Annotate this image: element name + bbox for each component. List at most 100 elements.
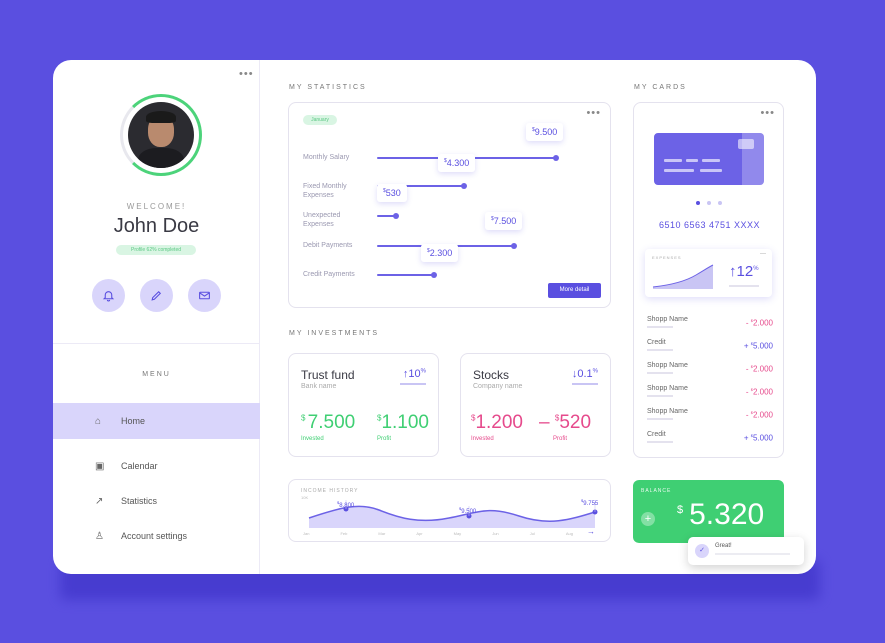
investment-profit-value: $1.100 xyxy=(377,412,429,433)
cards-more-icon[interactable]: ••• xyxy=(760,107,775,119)
user-name: John Doe xyxy=(113,215,200,237)
investment-invested-value: $1.200 xyxy=(471,412,523,433)
notifications-button[interactable] xyxy=(92,279,125,312)
stat-row-label: Fixed Monthly Expenses xyxy=(303,183,347,199)
investment-change-underline xyxy=(572,383,598,385)
month-label: Aug xyxy=(565,531,573,536)
avatar-progress-ring xyxy=(120,94,202,176)
balance-title: BALANCE xyxy=(641,488,672,494)
stat-row-label: Credit Payments xyxy=(303,271,355,278)
investment-card-trust-fund[interactable]: Trust fund Bank name ↑10% $ 7.500 $1.100… xyxy=(288,353,439,457)
statistics-section-label: MY STATISTICS xyxy=(289,84,367,91)
transaction-amount: - $2.000 xyxy=(745,318,773,328)
investment-invested-label: Invested xyxy=(471,436,494,442)
transaction-row[interactable]: Shopp Name - $2.000 xyxy=(647,408,773,428)
user-icon: ♙ xyxy=(95,530,104,542)
transaction-row[interactable]: Credit + $5.000 xyxy=(647,431,773,451)
sidebar-item-label: Statistics xyxy=(121,496,158,506)
add-balance-button[interactable]: + xyxy=(641,512,655,526)
toast-notification[interactable]: ✓ Great! xyxy=(688,537,804,565)
expenses-more-icon[interactable]: — xyxy=(760,251,766,257)
sidebar-item-label: Calendar xyxy=(121,461,158,471)
cards-section-label: MY CARDS xyxy=(634,84,687,91)
sidebar-item-label: Account settings xyxy=(121,531,188,541)
arrow-up-right-icon: ↗ xyxy=(95,495,104,507)
stat-knob-fixed-expenses[interactable] xyxy=(461,183,467,189)
stat-knob-salary[interactable] xyxy=(553,155,559,161)
sidebar-divider xyxy=(53,343,260,344)
month-label: Jan xyxy=(303,531,310,536)
sidebar-item-label: Home xyxy=(121,416,146,426)
investment-subtitle: Company name xyxy=(473,383,523,390)
transaction-name: Shopp Name xyxy=(647,408,688,415)
investment-title: Stocks xyxy=(473,368,510,382)
more-detail-button[interactable]: More detail xyxy=(548,283,601,298)
balance-card: BALANCE + $5.320 xyxy=(633,480,784,543)
investments-section-label: MY INVESTMENTS xyxy=(289,330,380,337)
transaction-amount: + $5.000 xyxy=(743,433,773,443)
investment-profit-label: Profit xyxy=(553,436,568,442)
investment-invested-value: $ 7.500 xyxy=(301,412,356,433)
expenses-change: ↑12% xyxy=(729,263,759,280)
arrow-right-icon[interactable]: → xyxy=(587,527,595,536)
sidebar-more-icon[interactable]: ••• xyxy=(239,68,254,80)
card-pager-dot[interactable] xyxy=(718,201,722,205)
transaction-amount: - $2.000 xyxy=(745,410,773,420)
investment-invested-label: Invested xyxy=(301,436,324,442)
toast-title: Great! xyxy=(715,543,732,549)
transaction-amount: - $2.000 xyxy=(745,364,773,374)
messages-button[interactable] xyxy=(188,279,221,312)
transaction-name: Shopp Name xyxy=(647,316,688,323)
sidebar-item-account-settings[interactable]: ♙ Account settings xyxy=(53,518,260,554)
transaction-amount: + $5.000 xyxy=(743,341,773,351)
profile-completion-badge: Profile 62% completed xyxy=(116,245,196,255)
mail-icon xyxy=(199,291,210,300)
transaction-amount: - $2.000 xyxy=(745,387,773,397)
transaction-row[interactable]: Shopp Name - $2.000 xyxy=(647,362,773,382)
income-history-card: INCOME HISTORY 10K $8.800 $9.500 $9.755 … xyxy=(288,479,611,542)
month-label: Jul xyxy=(529,531,535,536)
dashboard-window: ••• WELCOME! John Doe Profile 62% comple… xyxy=(53,60,816,574)
edit-button[interactable] xyxy=(140,279,173,312)
menu-title: MENU xyxy=(142,371,171,378)
income-x-axis: Jan Feb Mar Apr May Jun Jul Aug xyxy=(303,531,573,536)
stat-knob-unexpected-expenses[interactable] xyxy=(393,213,399,219)
investment-change: ↓0.1% xyxy=(571,368,598,380)
stat-knob-credit-payments[interactable] xyxy=(431,272,437,278)
transaction-name: Credit xyxy=(647,339,666,346)
stat-value-credit-payments: $2.300 xyxy=(421,244,459,262)
statistics-more-icon[interactable]: ••• xyxy=(586,107,601,119)
credit-card[interactable] xyxy=(654,133,764,185)
stat-value-unexpected-expenses: $530 xyxy=(377,184,407,202)
income-annotation-may: $9.500 xyxy=(459,506,477,515)
month-label: Mar xyxy=(378,531,386,536)
welcome-label: WELCOME! xyxy=(126,202,187,211)
investment-profit-value: – $520 xyxy=(539,412,592,433)
income-annotation-feb: $8.800 xyxy=(337,500,355,509)
card-pager-dot[interactable] xyxy=(707,201,711,205)
investment-change-underline xyxy=(400,383,426,385)
investment-card-stocks[interactable]: Stocks Company name ↓0.1% $1.200 – $520 … xyxy=(460,353,611,457)
statistics-card: ••• January Monthly Salary $9.500 Fixed … xyxy=(288,102,611,308)
card-pager-dot-active[interactable] xyxy=(696,201,700,205)
sidebar: ••• WELCOME! John Doe Profile 62% comple… xyxy=(53,60,260,574)
stat-knob-debit-payments[interactable] xyxy=(511,243,517,249)
month-label: Jun xyxy=(492,531,499,536)
transaction-row[interactable]: Shopp Name - $2.000 xyxy=(647,316,773,336)
transaction-row[interactable]: Credit + $5.000 xyxy=(647,339,773,359)
month-tag[interactable]: January xyxy=(303,115,337,125)
month-label: Feb xyxy=(340,531,348,536)
transaction-row[interactable]: Shopp Name - $2.000 xyxy=(647,385,773,405)
expenses-widget[interactable]: EXPENSES ↑12% — xyxy=(645,249,772,297)
stat-value-salary: $9.500 xyxy=(526,123,564,141)
check-icon: ✓ xyxy=(695,544,709,558)
investment-profit-label: Profit xyxy=(377,436,392,442)
sidebar-item-calendar[interactable]: ▣ Calendar xyxy=(53,448,260,484)
sidebar-item-statistics[interactable]: ↗ Statistics xyxy=(53,483,260,519)
stat-value-debit-payments: $7.500 xyxy=(485,212,523,230)
toast-subtext xyxy=(715,553,790,555)
avatar[interactable] xyxy=(128,102,194,168)
calendar-icon: ▣ xyxy=(95,460,105,472)
sidebar-item-home[interactable]: ⌂ Home xyxy=(53,403,260,439)
transaction-name: Credit xyxy=(647,431,666,438)
